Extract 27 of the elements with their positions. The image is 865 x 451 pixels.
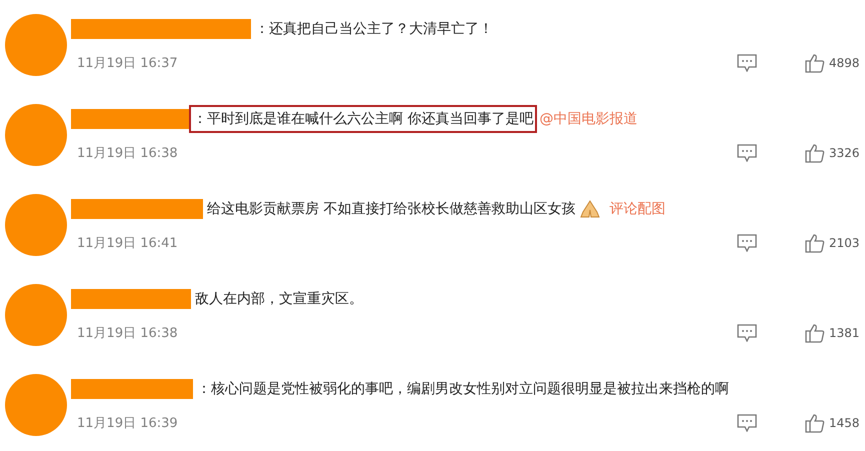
comment-text: 敌人在内部，文宣重灾区。 — [194, 290, 364, 309]
mention-link[interactable]: @中国电影报道 — [539, 110, 638, 128]
picture-link[interactable]: 评论配图 — [609, 200, 666, 218]
comment-date: 11月19日 16:41 — [77, 235, 179, 252]
like-count: 1381 — [829, 326, 861, 340]
comment-date: 11月19日 16:39 — [77, 415, 179, 432]
comment-date: 11月19日 16:38 — [77, 325, 179, 342]
comment-icon[interactable] — [737, 54, 757, 72]
comment-text: ：还真把自己当公主了？大清早亡了！ — [254, 20, 494, 39]
comment-text: ：平时到底是谁在喊什么六公主啊 你还真当回事了是吧 — [189, 105, 538, 133]
like-count: 3326 — [829, 146, 861, 160]
thumbs-up-icon[interactable] — [805, 413, 825, 433]
like-count: 2103 — [829, 236, 861, 250]
thumbs-up-icon[interactable] — [805, 53, 825, 73]
comment-date: 11月19日 16:38 — [77, 145, 179, 162]
comment-icon[interactable] — [737, 414, 757, 432]
comment-text: ：核心问题是党性被弱化的事吧，编剧男改女性别对立问题很明显是被拉出来挡枪的啊 — [196, 380, 730, 399]
comment-icon[interactable] — [737, 144, 757, 162]
comment-icon[interactable] — [737, 234, 757, 252]
like-count: 4898 — [829, 56, 861, 70]
like-count: 1458 — [829, 416, 861, 430]
thumbs-up-icon[interactable] — [805, 233, 825, 253]
thumbs-up-icon[interactable] — [805, 323, 825, 343]
comment-date: 11月19日 16:37 — [77, 55, 179, 72]
comment-icon[interactable] — [737, 324, 757, 342]
comment-text: 给这电影贡献票房 不如直接打给张校长做慈善救助山区女孩 — [206, 200, 576, 219]
thumbs-up-icon[interactable] — [805, 143, 825, 163]
